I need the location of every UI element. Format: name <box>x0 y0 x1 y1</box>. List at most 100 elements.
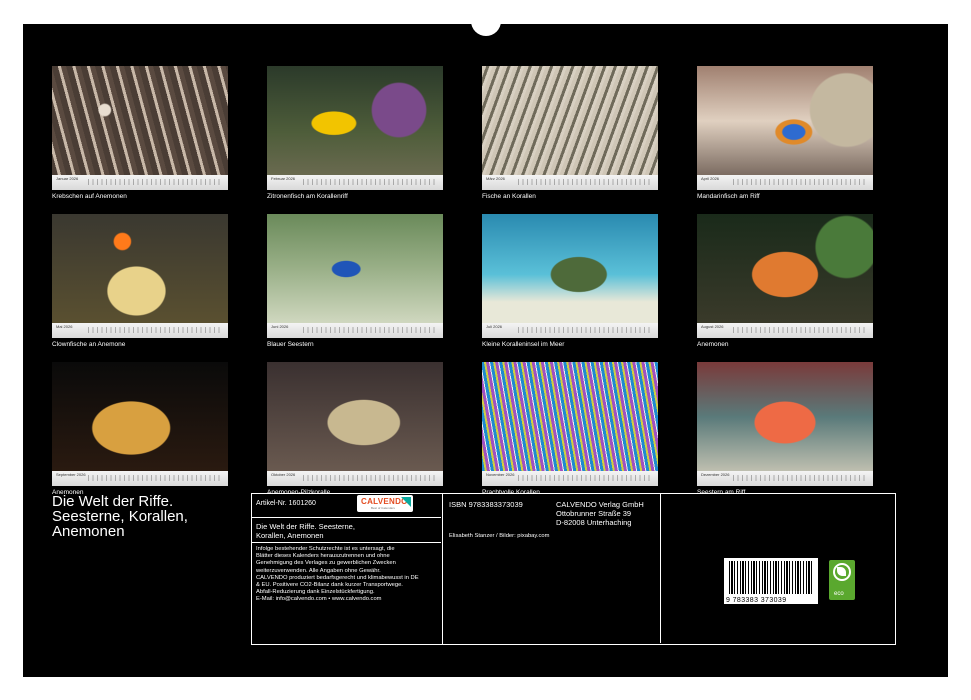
publisher-address: CALVENDO Verlag GmbH Ottobrunner Straße … <box>556 500 644 527</box>
day-grid <box>303 327 437 333</box>
month-tile: April 2026 Mandarinfisch am Riff <box>697 66 873 200</box>
day-grid <box>518 179 652 185</box>
isbn-barcode: 9 783383 373039 <box>724 558 818 604</box>
notice-line: E-Mail: info@calvendo.com • www.calvendo… <box>256 596 382 603</box>
month-label: Dezember 2026 <box>701 472 730 477</box>
publisher-name: CALVENDO Verlag GmbH <box>556 500 644 509</box>
month-label: September 2026 <box>56 472 86 477</box>
day-grid <box>733 475 867 481</box>
month-tile: August 2026 Anemonen <box>697 214 873 348</box>
barcode-bars <box>729 561 813 594</box>
calendar-strip: März 2026 <box>482 175 658 190</box>
eco-badge: eco <box>829 560 855 600</box>
legal-notice: Infolge bestehender Schutzrechte ist es … <box>256 546 419 604</box>
month-tile: September 2026 Anemonen <box>52 362 228 496</box>
day-grid <box>733 179 867 185</box>
photo-caption: Krebschen auf Anemonen <box>52 193 127 200</box>
month-tile: Juni 2026 Blauer Seestern <box>267 214 443 348</box>
title-line-1: Die Welt der Riffe. <box>52 493 174 510</box>
calendar-strip: November 2026 <box>482 471 658 486</box>
month-photo <box>697 362 873 472</box>
month-photo <box>482 66 658 176</box>
notice-box-divider <box>251 542 441 543</box>
day-grid <box>88 327 222 333</box>
title-box-divider <box>251 517 441 518</box>
info-box-right <box>442 493 896 645</box>
month-tile: Mai 2026 Clownfische an Anemone <box>52 214 228 348</box>
calendar-strip: Oktober 2026 <box>267 471 443 486</box>
month-photo <box>267 362 443 472</box>
barcode-number: 9 783383 373039 <box>726 597 787 604</box>
month-tile: Januar 2026 Krebschen auf Anemonen <box>52 66 228 200</box>
day-grid <box>518 327 652 333</box>
calendar-strip: Februar 2026 <box>267 175 443 190</box>
month-label: März 2026 <box>486 176 505 181</box>
month-tile: Oktober 2026 Anemonen-Pilzkoralle <box>267 362 443 496</box>
month-label: Juli 2026 <box>486 324 503 329</box>
logo-text: CALVENDO <box>361 497 408 506</box>
month-tile: Februar 2026 Zitronenfisch am Korallenrif… <box>267 66 443 200</box>
month-label: November 2026 <box>486 472 515 477</box>
calendar-title: Die Welt der Riffe. Seesterne, Korallen,… <box>52 494 188 539</box>
product-title: Die Welt der Riffe. Seesterne, Korallen,… <box>256 522 355 540</box>
calendar-strip: Juni 2026 <box>267 323 443 338</box>
photo-caption: Zitronenfisch am Korallenriff <box>267 193 348 200</box>
isbn: ISBN 9783383373039 <box>449 500 523 509</box>
photo-credits: Elisabeth Stanzer / Bilder: pixabay.com <box>449 533 550 539</box>
month-photo <box>52 362 228 472</box>
day-grid <box>733 327 867 333</box>
notice-line: Blätter dieses Kalenders herauszutrennen… <box>256 553 390 560</box>
calendar-strip: Januar 2026 <box>52 175 228 190</box>
month-photo <box>267 66 443 176</box>
title-line-3: Anemonen <box>52 523 125 540</box>
product-title-line-1: Die Welt der Riffe. Seesterne, <box>256 522 355 531</box>
calendar-strip: September 2026 <box>52 471 228 486</box>
month-label: August 2026 <box>701 324 724 329</box>
month-tile: März 2026 Fische an Korallen <box>482 66 658 200</box>
calendar-strip: Dezember 2026 <box>697 471 873 486</box>
month-label: Mai 2026 <box>56 324 73 329</box>
calendar-strip: Mai 2026 <box>52 323 228 338</box>
month-label: Januar 2026 <box>56 176 79 181</box>
month-label: Februar 2026 <box>271 176 296 181</box>
month-photo <box>52 214 228 324</box>
photo-caption: Clownfische an Anemone <box>52 341 126 348</box>
photo-caption: Mandarinfisch am Riff <box>697 193 760 200</box>
month-label: Juni 2026 <box>271 324 289 329</box>
calendar-strip: Juli 2026 <box>482 323 658 338</box>
photo-caption: Blauer Seestern <box>267 341 314 348</box>
notice-line: & EU. Positivere CO2-Bilanz dank kurzer … <box>256 582 403 589</box>
calvendo-logo: CALVENDO Best of Calendars <box>357 495 413 512</box>
day-grid <box>88 475 222 481</box>
calendar-strip: August 2026 <box>697 323 873 338</box>
photo-caption: Kleine Koralleninsel im Meer <box>482 341 565 348</box>
month-label: Oktober 2026 <box>271 472 296 477</box>
eco-label: eco <box>834 591 844 597</box>
day-grid <box>518 475 652 481</box>
calendar-strip: April 2026 <box>697 175 873 190</box>
month-photo <box>482 362 658 472</box>
publisher-street: Ottobrunner Straße 39 <box>556 509 632 518</box>
notice-line: Infolge bestehender Schutzrechte ist es … <box>256 546 395 552</box>
notice-line: CALVENDO produziert bedarfsgerecht und k… <box>256 574 419 581</box>
notice-line: Genehmigung des Verlages zu gewerblichen… <box>256 560 396 567</box>
month-tile: Juli 2026 Kleine Koralleninsel im Meer <box>482 214 658 348</box>
photo-caption: Fische an Korallen <box>482 193 536 200</box>
product-title-line-2: Korallen, Anemonen <box>256 531 324 540</box>
notice-line: weiterzuverwenden. Alle Angaben ohne Gew… <box>256 567 381 574</box>
publisher-divider <box>660 493 661 643</box>
leaf-icon <box>837 567 846 576</box>
month-photo <box>52 66 228 176</box>
month-tile: Dezember 2026 Seestern am Riff <box>697 362 873 496</box>
notice-line: Abfall-Reduzierung dank Einzelstückferti… <box>256 589 375 596</box>
month-photo <box>697 214 873 324</box>
month-photo <box>697 66 873 176</box>
photo-caption: Anemonen <box>697 341 729 348</box>
day-grid <box>303 475 437 481</box>
title-line-2: Seesterne, Korallen, <box>52 508 188 525</box>
day-grid <box>88 179 222 185</box>
day-grid <box>303 179 437 185</box>
month-tile: November 2026 Prachtvolle Korallen <box>482 362 658 496</box>
month-label: April 2026 <box>701 176 720 181</box>
publisher-city: D-82008 Unterhaching <box>556 518 632 527</box>
